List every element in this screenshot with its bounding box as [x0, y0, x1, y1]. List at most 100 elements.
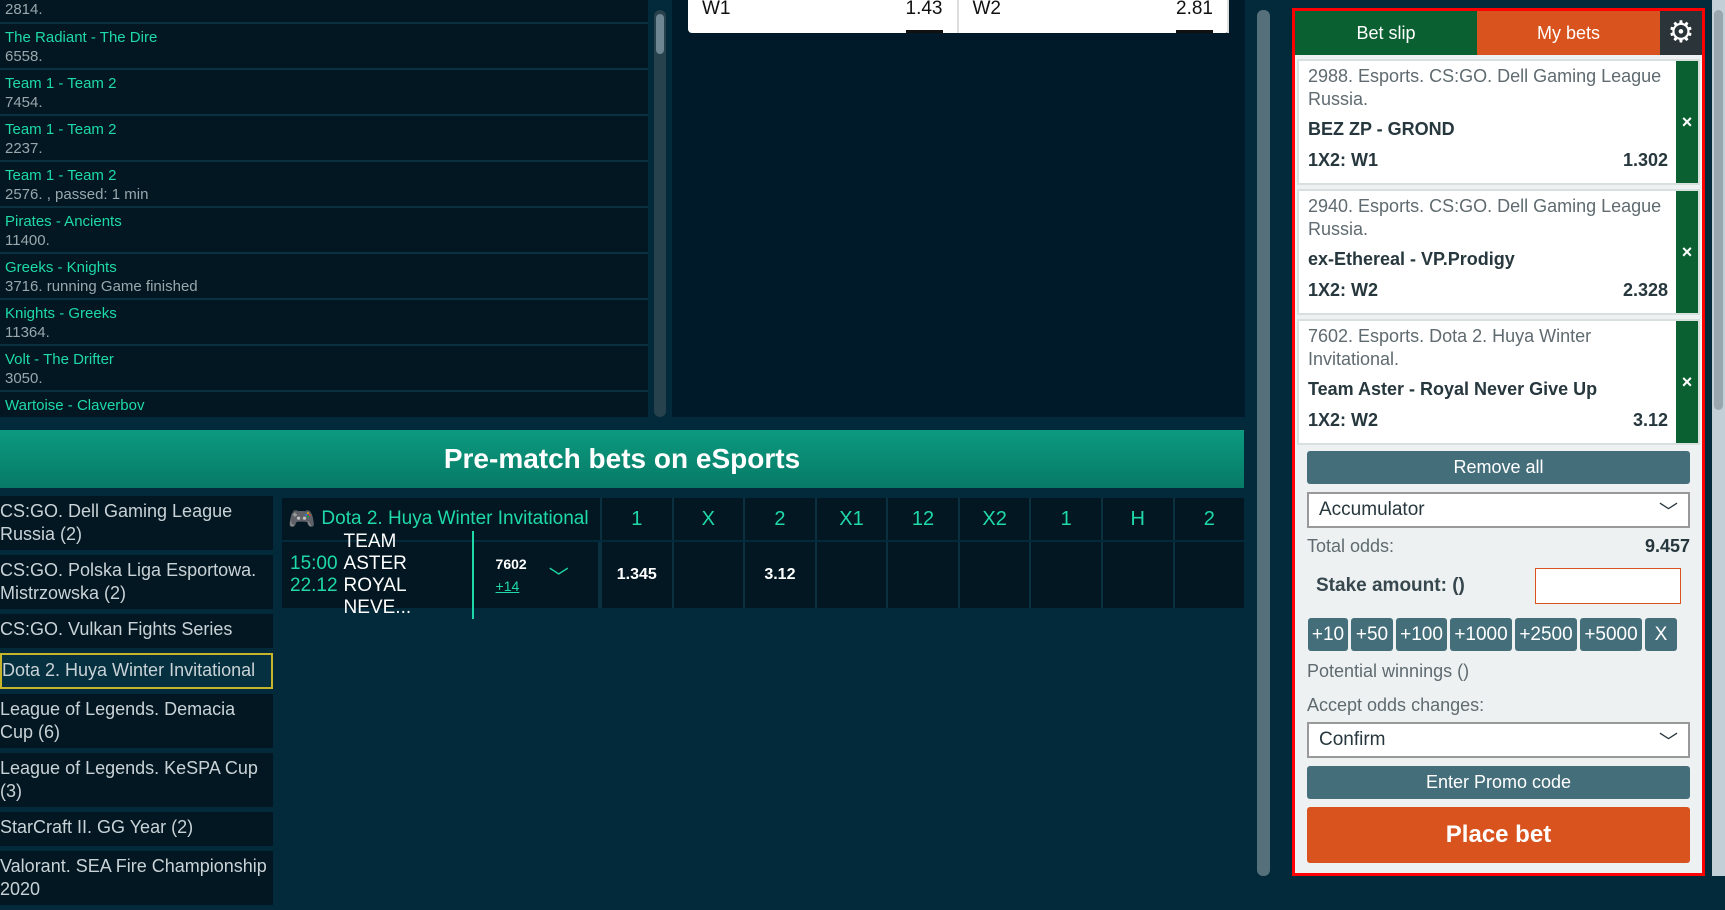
chevron-down-icon[interactable]: ﹀: [549, 561, 569, 590]
stake-input[interactable]: [1535, 568, 1681, 604]
match-id: 7602: [495, 556, 527, 572]
odds-cell[interactable]: [814, 542, 887, 608]
odds-cell[interactable]: [671, 542, 744, 608]
bet-match: Team Aster - Royal Never Give Up: [1308, 379, 1598, 399]
team1[interactable]: TEAM ASTER: [344, 531, 464, 575]
bet-type-value: Accumulator: [1319, 499, 1425, 520]
category-item[interactable]: League of Legends. KeSPA Cup (3): [0, 753, 273, 807]
category-item[interactable]: StarCraft II. GG Year (2): [0, 812, 273, 846]
chevron-down-icon: ﹀: [1658, 501, 1678, 523]
stake-chip-button[interactable]: +2500: [1515, 618, 1577, 651]
close-icon[interactable]: ×: [1676, 191, 1698, 313]
remove-all-button[interactable]: Remove all: [1307, 451, 1690, 484]
list-item[interactable]: Volt - The Drifter 3050.: [0, 346, 648, 392]
event-teams: Team 1 - Team 2: [5, 75, 117, 92]
column-header: X1: [814, 498, 887, 540]
list-item[interactable]: Greeks - Knights 3716. running Game finis…: [0, 254, 648, 300]
live-events-list: 2814. The Radiant - The Dire 6558. Team 1 -…: [0, 0, 648, 417]
chevron-down-icon: ﹀: [1658, 731, 1678, 753]
list-item[interactable]: Pirates - Ancients 11400.: [0, 208, 648, 254]
event-teams: Pirates - Ancients: [5, 213, 122, 230]
event-info: 2576. , passed: 1 min: [5, 186, 149, 203]
stake-chip-button[interactable]: +5000: [1580, 618, 1642, 651]
category-item[interactable]: CS:GO. Polska Liga Esportowa. Mistrzowsk…: [0, 555, 273, 609]
accept-odds-select[interactable]: Confirm ﹀: [1307, 722, 1690, 758]
stake-label: Stake amount: (): [1316, 575, 1465, 596]
column-header: 2: [743, 498, 815, 540]
bet-market: 1X2: W1: [1308, 150, 1379, 170]
bet-odds: 1.302: [1622, 150, 1668, 170]
odds-cell[interactable]: [886, 542, 958, 608]
odds-cell[interactable]: [1100, 542, 1173, 608]
category-item[interactable]: CS:GO. Vulkan Fights Series: [0, 614, 273, 648]
event-teams: Knights - Greeks: [5, 305, 117, 322]
place-bet-button[interactable]: Place bet: [1307, 807, 1690, 863]
table-title[interactable]: Dota 2. Huya Winter Invitational: [321, 508, 588, 530]
match-time: 15:00: [290, 553, 338, 574]
odds-cell[interactable]: 3.12: [743, 542, 815, 608]
list-item[interactable]: Team 1 - Team 2 2576. , passed: 1 min: [0, 162, 648, 208]
stake-chip-button[interactable]: +1000: [1450, 618, 1512, 651]
bet-card: 2988. Esports. CS:GO. Dell Gaming League…: [1297, 59, 1700, 185]
list-item[interactable]: Team 1 - Team 2 7454.: [0, 70, 648, 116]
bet-selection: 1X2: W1 1.302: [1308, 150, 1668, 171]
total-odds-value: 9.457: [1644, 536, 1690, 556]
tab-bet-slip[interactable]: Bet slip: [1295, 11, 1477, 55]
odds-cell[interactable]: 1.345: [600, 542, 672, 608]
category-item[interactable]: League of Legends. Demacia Cup (6): [0, 694, 273, 748]
bet-match: ex-Ethereal - VP.Prodigy: [1308, 249, 1515, 269]
category-item[interactable]: Dota 2. Huya Winter Invitational: [0, 653, 273, 689]
bet-card: 7602. Esports. Dota 2. Huya Winter Invit…: [1297, 319, 1700, 445]
column-header: 2: [1172, 498, 1245, 540]
odds-cell[interactable]: [1172, 542, 1245, 608]
list-item[interactable]: Knights - Greeks 11364.: [0, 300, 648, 346]
bet-event: 2988. Esports. CS:GO. Dell Gaming League…: [1308, 66, 1662, 109]
bet-slip-panel: Bet slip My bets ⚙ 2988. Esports. CS:GO.…: [1292, 8, 1705, 876]
category-list: CS:GO. Dell Gaming League Russia (2) CS:G…: [0, 496, 273, 910]
column-header: X2: [957, 498, 1030, 540]
w2-label: W2: [972, 0, 1002, 19]
stake-chip-button[interactable]: +100: [1396, 618, 1447, 651]
event-info: 11400.: [5, 232, 50, 249]
close-icon[interactable]: ×: [1676, 61, 1698, 183]
event-info: 2814.: [5, 1, 43, 18]
list-item[interactable]: Wartoise - Claverbov: [0, 392, 648, 417]
stake-chip-button[interactable]: +10: [1308, 618, 1348, 651]
w1-label: W1: [702, 0, 731, 19]
odds-cell[interactable]: [957, 542, 1030, 608]
column-header: X: [671, 498, 744, 540]
list-item[interactable]: Team 1 - Team 2 2237.: [0, 116, 648, 162]
close-icon[interactable]: ×: [1676, 321, 1698, 443]
bet-type-select[interactable]: Accumulator ﹀: [1307, 492, 1690, 528]
total-odds-label: Total odds:: [1307, 536, 1395, 556]
more-markets-link[interactable]: +14: [496, 575, 527, 597]
bet-market: 1X2: W2: [1308, 410, 1379, 430]
category-item[interactable]: Valorant. SEA Fire Championship 2020: [0, 851, 273, 905]
odds-cell[interactable]: [1029, 542, 1101, 608]
match-date: 22.12: [290, 575, 338, 596]
live-list-scrollbar[interactable]: [654, 10, 666, 417]
stake-chip-button[interactable]: +50: [1351, 618, 1393, 651]
gear-icon[interactable]: ⚙: [1660, 11, 1702, 55]
tab-my-bets[interactable]: My bets: [1477, 11, 1660, 55]
accept-odds-label: Accept odds changes:: [1307, 695, 1485, 715]
list-item[interactable]: 2814.: [0, 0, 648, 24]
bet-market: 1X2: W2: [1308, 280, 1379, 300]
bet-event: 2940. Esports. CS:GO. Dell Gaming League…: [1308, 196, 1662, 239]
stake-chip-button[interactable]: X: [1645, 618, 1677, 651]
promo-code-button[interactable]: Enter Promo code: [1307, 766, 1690, 799]
team2[interactable]: ROYAL NEVE...: [344, 575, 464, 619]
category-item[interactable]: CS:GO. Dell Gaming League Russia (2): [0, 496, 273, 550]
column-header: 1: [600, 498, 672, 540]
betslip-scrollbar[interactable]: [1712, 0, 1725, 876]
matches-table: 🎮 Dota 2. Huya Winter Invitational 1 X 2 X1 1…: [282, 498, 1245, 619]
bet-selection: 1X2: W2 3.12: [1308, 410, 1668, 431]
odds-w1[interactable]: W1 1.43: [688, 0, 959, 33]
odds-w2[interactable]: W2 2.81: [959, 0, 1229, 33]
page-scrollbar[interactable]: [1257, 10, 1270, 876]
accept-odds-value: Confirm: [1319, 729, 1386, 750]
list-item[interactable]: The Radiant - The Dire 6558.: [0, 24, 648, 70]
column-header: 1: [1029, 498, 1101, 540]
bet-odds: 2.328: [1622, 280, 1668, 300]
event-info: 3716. running Game finished: [5, 278, 198, 295]
